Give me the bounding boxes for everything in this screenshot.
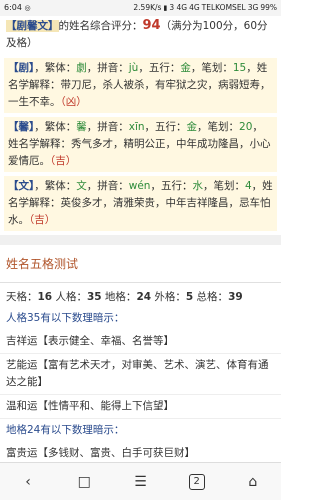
pinyin-value: xīn (128, 121, 145, 133)
tian-value: 16 (37, 291, 53, 303)
status-left: 6:04 ◎ (4, 0, 31, 16)
char-name: 文 (18, 180, 30, 192)
trad-label: ，繁体： (34, 62, 77, 74)
char-name-box: 【文】 (8, 180, 35, 192)
char-name-box: 【馨】 (8, 121, 35, 133)
di-value: 24 (136, 291, 152, 303)
signal-icon: ▮ (163, 4, 168, 12)
tabs-count: 2 (188, 473, 205, 490)
score-prefix: 【 (6, 20, 17, 32)
trad-label: ，繁体： (34, 180, 77, 192)
menu-icon: ☰ (134, 473, 147, 490)
wai-label: 外格： (151, 291, 186, 303)
zong-label: 总格： (193, 291, 229, 303)
browser-toolbar: ‹ □ ☰ 2 ⌂ (0, 462, 281, 500)
strokes-value: 15 (232, 62, 247, 74)
status-right: 2.59K/s ▮ 3 4G 4G TELKOMSEL 3G 99% (133, 0, 277, 16)
section-title: 姓名五格测试 (0, 245, 281, 283)
status-carrier: TELKOMSEL (201, 3, 246, 12)
wuxing-value: 金 (180, 62, 191, 74)
char-name-box: 【剧】 (8, 62, 35, 74)
verdict: （吉） (29, 214, 56, 226)
zong-value: 39 (228, 291, 243, 303)
home-icon: ⌂ (248, 473, 258, 490)
char-card: 【文】，繁体：文，拼音：wén，五行：水，笔划：4，姓名学解释：英俊多才，清雅荣… (4, 176, 277, 231)
status-battery: 99% (260, 3, 277, 12)
char-card: 【馨】，繁体：馨，拼音：xīn，五行：金，笔划：20，姓名学解释：秀气多才，精明… (4, 117, 277, 172)
pinyin-label: ，拼音： (86, 121, 129, 133)
wuxing-value: 金 (186, 121, 198, 133)
notification-icon: ◎ (24, 4, 31, 12)
score-label: 的姓名综合评分： (58, 20, 143, 32)
di-label: 地格： (101, 291, 137, 303)
verdict: （凶） (60, 96, 87, 108)
numerology-line: 温和运【性情平和、能得上下信望】 (0, 395, 281, 419)
numerology-heading: 地格24有以下数理暗示： (6, 424, 125, 436)
status-net2: 4G (189, 3, 200, 12)
score-value: 94 (142, 18, 161, 33)
wuxing-label: ，五行： (144, 121, 187, 133)
score-line: 【剧馨文】的姓名综合评分：94（满分为100分，60分及格） (0, 16, 281, 56)
char-name: 剧 (18, 62, 30, 74)
menu-button[interactable]: ☰ (127, 469, 153, 495)
ren-value: 35 (86, 291, 102, 303)
trad-label: ，繁体： (34, 121, 77, 133)
tabs-button[interactable]: 2 (184, 469, 210, 495)
wuxing-value: 水 (192, 180, 203, 192)
home-button[interactable]: ⌂ (240, 469, 266, 495)
pinyin-value: jù (128, 62, 139, 74)
char-card: 【剧】，繁体：劇，拼音：jù，五行：金，笔划：15，姓名学解释：带刀尼，杀人被杀… (4, 58, 277, 113)
status-speed: 2.59K/s (133, 3, 162, 12)
status-bar: 6:04 ◎ 2.59K/s ▮ 3 4G 4G TELKOMSEL 3G 99… (0, 0, 281, 16)
status-net1: 3 4G (169, 3, 188, 12)
score-name: 剧馨文 (16, 20, 49, 32)
strokes-value: 4 (244, 180, 252, 192)
pinyin-value: wén (128, 180, 151, 192)
status-time: 6:04 (4, 3, 22, 12)
verdict: （吉） (50, 155, 77, 167)
numerology-line: 吉祥运【表示健全、幸福、名誉等】 (0, 330, 281, 354)
ren-label: 人格： (52, 291, 87, 303)
pinyin-label: ，拼音： (86, 62, 129, 74)
wuxing-label: ，五行： (150, 180, 193, 192)
tian-label: 天格： (6, 291, 38, 303)
status-net3: 3G (247, 3, 259, 12)
strokes-label: ，笔划： (202, 180, 245, 192)
pinyin-label: ，拼音： (86, 180, 129, 192)
strokes-label: ，笔划： (197, 121, 240, 133)
numerology-line: 艺能运【富有艺术天才，对审美、艺术、演艺、体育有通达之能】 (0, 354, 281, 395)
numerology-line: 富贵运【多钱财、富贵、白手可获巨财】 (0, 442, 281, 462)
wuge-row: 天格：16 人格：35 地格：24 外格：5 总格：39 (0, 283, 281, 307)
strokes-value: 20 (239, 121, 253, 133)
bookmarks-button[interactable]: □ (71, 469, 97, 495)
section-gap (0, 235, 281, 245)
back-icon: ‹ (25, 473, 31, 490)
book-icon: □ (77, 473, 91, 490)
numerology-heading: 人格35有以下数理暗示： (6, 312, 125, 324)
wuxing-label: ，五行： (138, 62, 181, 74)
back-button[interactable]: ‹ (15, 469, 41, 495)
char-name: 馨 (18, 121, 30, 133)
score-name-box: 【剧馨文】 (6, 20, 59, 32)
page-content: 【剧馨文】的姓名综合评分：94（满分为100分，60分及格） 【剧】，繁体：劇，… (0, 16, 281, 462)
trad-value: 劇 (76, 62, 87, 74)
trad-value: 文 (76, 180, 87, 192)
strokes-label: ，笔划： (190, 62, 233, 74)
trad-value: 馨 (76, 121, 87, 133)
score-suffix: 】 (48, 20, 59, 32)
